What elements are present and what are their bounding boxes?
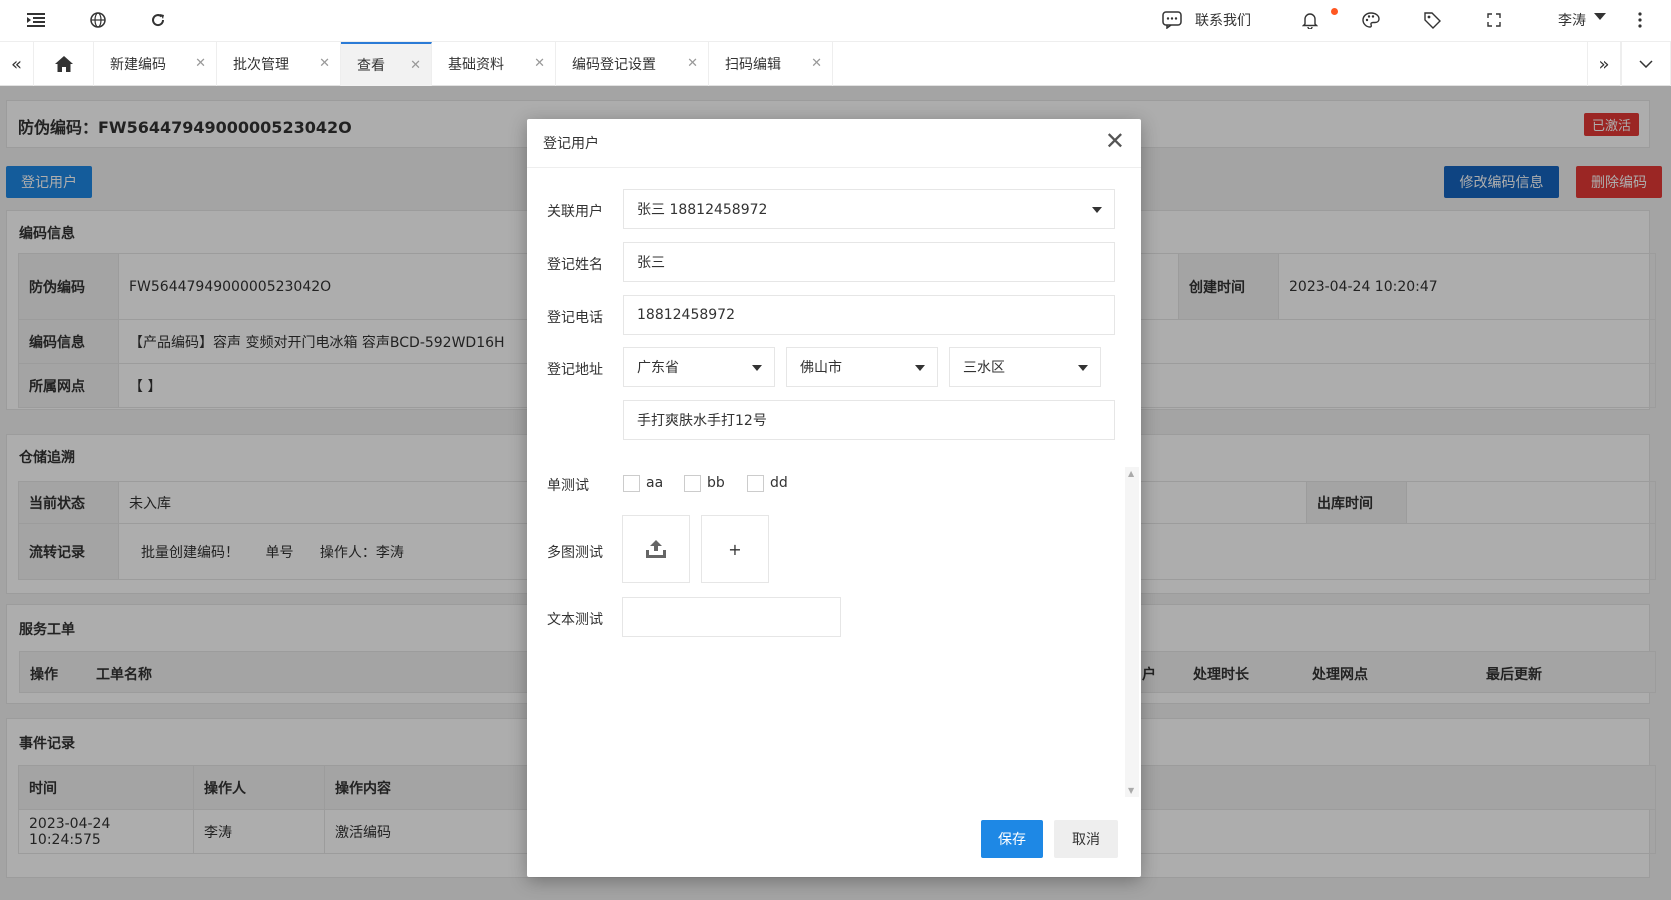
globe-icon[interactable] [84, 6, 112, 34]
multi-image-label: 多图测试 [547, 545, 603, 561]
upload-icon [646, 540, 666, 558]
contact-us-link[interactable]: 联系我们 [1195, 10, 1251, 30]
dialog-scrollbar[interactable]: ▲ ▼ [1125, 467, 1139, 797]
name-value: 张三 [637, 255, 665, 271]
chat-icon[interactable] [1158, 6, 1186, 34]
bell-icon[interactable] [1296, 6, 1324, 34]
tabs-scroll-left-icon[interactable]: « [0, 42, 34, 86]
save-button[interactable]: 保存 [981, 820, 1043, 858]
linked-user-value: 张三 18812458972 [637, 202, 768, 218]
upload-button[interactable] [622, 515, 690, 583]
single-test-label: 单测试 [547, 478, 589, 494]
text-test-input[interactable] [622, 597, 841, 637]
register-user-dialog: 登记用户 ✕ 关联用户 张三 18812458972 登记姓名 张三 登记电话 … [527, 119, 1141, 877]
close-icon[interactable]: ✕ [687, 56, 698, 71]
menu-fold-icon[interactable] [22, 6, 50, 34]
tab-label: 查看 [357, 58, 385, 74]
dialog-header: 登记用户 ✕ [527, 119, 1141, 168]
tab-basic-data[interactable]: 基础资料 ✕ [432, 42, 556, 86]
refresh-icon[interactable] [144, 6, 172, 34]
tab-label: 基础资料 [448, 57, 504, 73]
checkbox-label: aa [646, 475, 664, 491]
city-value: 佛山市 [800, 360, 842, 376]
checkbox-dd[interactable] [747, 475, 764, 492]
chevron-down-icon [1594, 13, 1606, 20]
user-menu[interactable]: 李涛 [1558, 10, 1586, 30]
tabs-dropdown-icon[interactable] [1621, 42, 1671, 86]
checkbox-label: dd [770, 475, 788, 491]
scroll-down-icon[interactable]: ▼ [1128, 786, 1134, 795]
address-label: 登记地址 [547, 362, 603, 378]
palette-icon[interactable] [1357, 6, 1385, 34]
checkbox-bb[interactable] [684, 475, 701, 492]
checkbox-label: bb [707, 475, 725, 491]
linked-user-select[interactable]: 张三 18812458972 [623, 189, 1115, 229]
close-icon[interactable]: ✕ [1105, 129, 1125, 153]
phone-input[interactable]: 18812458972 [623, 295, 1115, 335]
phone-label: 登记电话 [547, 310, 603, 326]
fullscreen-icon[interactable] [1480, 6, 1508, 34]
tab-label: 扫码编辑 [725, 57, 781, 73]
city-select[interactable]: 佛山市 [786, 347, 938, 387]
notification-dot [1331, 8, 1338, 15]
tab-bar: « 新建编码 ✕ 批次管理 ✕ 查看 ✕ 基础资料 ✕ 编码登记设置 ✕ 扫码编辑 ✕ » [0, 42, 1671, 86]
cancel-button[interactable]: 取消 [1054, 820, 1118, 858]
tab-new-code[interactable]: 新建编码 ✕ [94, 42, 217, 86]
close-icon[interactable]: ✕ [319, 56, 330, 71]
add-image-button[interactable]: + [701, 515, 769, 583]
tab-batch-management[interactable]: 批次管理 ✕ [217, 42, 341, 86]
tab-label: 新建编码 [110, 57, 166, 73]
name-label: 登记姓名 [547, 257, 603, 273]
close-icon[interactable]: ✕ [410, 58, 421, 73]
text-test-label: 文本测试 [547, 612, 603, 628]
chevron-down-icon [1092, 207, 1102, 213]
district-select[interactable]: 三水区 [949, 347, 1101, 387]
plus-icon: + [728, 539, 742, 559]
more-vertical-icon[interactable] [1626, 6, 1654, 34]
dialog-title: 登记用户 [543, 136, 599, 152]
province-select[interactable]: 广东省 [623, 347, 775, 387]
tab-label: 批次管理 [233, 57, 289, 73]
district-value: 三水区 [963, 360, 1005, 376]
top-header: 联系我们 李涛 [0, 0, 1671, 42]
close-icon[interactable]: ✕ [195, 56, 206, 71]
tab-code-register-settings[interactable]: 编码登记设置 ✕ [556, 42, 709, 86]
tab-scan-edit[interactable]: 扫码编辑 ✕ [709, 42, 833, 86]
tab-label: 编码登记设置 [572, 57, 656, 73]
tabs-scroll-right-icon[interactable]: » [1587, 42, 1621, 86]
chevron-down-icon [1078, 365, 1088, 371]
chevron-down-icon [752, 365, 762, 371]
province-value: 广东省 [637, 360, 679, 376]
street-value: 手打爽肤水手打12号 [637, 413, 767, 429]
close-icon[interactable]: ✕ [534, 56, 545, 71]
phone-value: 18812458972 [637, 307, 735, 323]
street-input[interactable]: 手打爽肤水手打12号 [623, 400, 1115, 440]
linked-user-label: 关联用户 [547, 204, 603, 220]
scroll-up-icon[interactable]: ▲ [1128, 469, 1134, 478]
close-icon[interactable]: ✕ [811, 56, 822, 71]
checkbox-aa[interactable] [623, 475, 640, 492]
chevron-down-icon [915, 365, 925, 371]
tab-view[interactable]: 查看 ✕ [341, 42, 432, 86]
name-input[interactable]: 张三 [623, 242, 1115, 282]
home-icon[interactable] [34, 42, 94, 86]
tag-icon[interactable] [1418, 6, 1446, 34]
